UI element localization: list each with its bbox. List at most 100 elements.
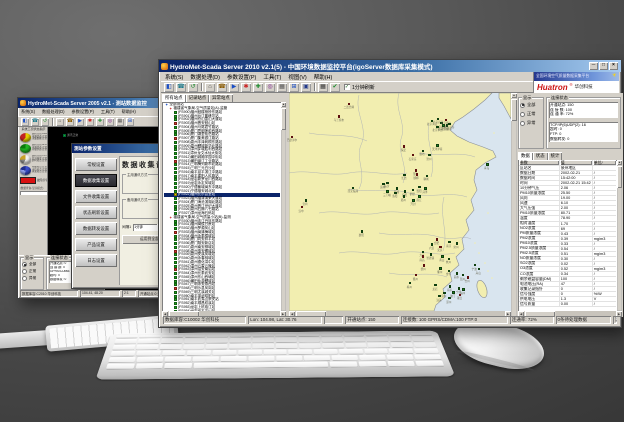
window-button[interactable]: ─ xyxy=(589,62,598,70)
menu-item[interactable]: 数据处理(D) xyxy=(42,109,65,115)
display-radio[interactable]: 全部 xyxy=(520,102,542,108)
dialog-nav-button[interactable]: 状态刷新设置 xyxy=(75,206,117,219)
key xyxy=(230,338,251,343)
dialog-nav-button[interactable]: 产品设置 xyxy=(75,238,117,251)
station-status-icon xyxy=(174,208,177,211)
station-tab[interactable]: 所有站点 xyxy=(162,94,186,102)
data-tab[interactable]: 状态 xyxy=(533,152,548,160)
toolbar-button[interactable]: ◎ xyxy=(106,118,114,126)
parameter-table[interactable]: 参数值单位/区站名泉州地区数据日期2002-02-21/数据时间15:42:00… xyxy=(519,160,616,311)
sun-icon: ☀ xyxy=(612,72,617,81)
map-marker-label: 天津津南 xyxy=(432,147,442,151)
scroll-up-arrow[interactable]: ▲ xyxy=(281,102,286,107)
radio-dot[interactable] xyxy=(22,262,27,267)
ok-marker-icon xyxy=(63,134,66,137)
station-tree[interactable]: ✦全部测站✦福建省气象局-空气质量站(A)-监管(FS900)福州鼓楼杨桥东路站… xyxy=(164,103,280,311)
dialog-nav-button[interactable]: 常规设置 xyxy=(75,158,117,171)
station-tab[interactable]: 异常站点 xyxy=(209,94,233,102)
toolbar-button[interactable]: ▣ xyxy=(301,83,311,92)
map-marker-label: 汉中 xyxy=(298,209,303,213)
menu-item[interactable]: 帮助(H) xyxy=(122,109,136,115)
display-radio[interactable]: 正常 xyxy=(22,269,42,274)
toolbar-button[interactable]: ☎ xyxy=(31,118,39,126)
tree-vscrollbar[interactable]: ▲ xyxy=(281,102,286,311)
main-window[interactable]: HydroMet-Scada Server 2010 v2.1(5) - 中国环… xyxy=(158,59,622,328)
toolbar-button[interactable]: ▦ xyxy=(277,83,287,92)
map-marker-label: 二连浩特 xyxy=(344,105,354,109)
toolbar-button[interactable]: ✱ xyxy=(86,118,94,126)
fault-legend: 故障(异常)站 xyxy=(20,177,47,184)
radio-dot[interactable] xyxy=(520,112,525,117)
window-button[interactable]: × xyxy=(609,62,618,70)
toolbar-button[interactable]: ◎ xyxy=(265,83,275,92)
toolbar-button[interactable]: ▶ xyxy=(229,83,239,92)
toolbar-button[interactable]: ▦ xyxy=(116,118,124,126)
map-marker-label: 梅州 xyxy=(407,285,412,289)
menu-item[interactable]: 系统(S) xyxy=(21,109,35,115)
menu-item[interactable]: 视图(V) xyxy=(288,73,306,81)
radio-dot[interactable] xyxy=(520,103,525,108)
station-status-icon xyxy=(174,197,177,200)
menu-item[interactable]: 工具(T) xyxy=(101,109,115,115)
toolbar-button[interactable]: ◧ xyxy=(164,83,174,92)
key xyxy=(387,355,414,361)
toolbar-button[interactable]: ▶ xyxy=(76,118,84,126)
status-segment: 开通站点: 150 xyxy=(345,316,399,324)
station-status-icon xyxy=(174,231,177,234)
toolbar-button[interactable]: ⌂ xyxy=(56,118,64,126)
toolbar-button[interactable]: ☎ xyxy=(66,118,74,126)
key xyxy=(207,338,229,343)
menu-item[interactable]: 工具(T) xyxy=(263,73,281,81)
scroll-up-arrow[interactable]: ▲ xyxy=(617,160,622,165)
station-status-icon xyxy=(174,152,177,155)
scroll-thumb[interactable] xyxy=(281,108,286,130)
brand-banner: 全国环境空气质量数据采集平台 ☀ xyxy=(534,72,619,81)
menu-item[interactable]: 参数设置(P) xyxy=(72,109,94,115)
radio-dot[interactable] xyxy=(22,276,27,281)
scroll-thumb[interactable] xyxy=(617,166,622,188)
menu-item[interactable]: 系统(S) xyxy=(165,73,183,81)
data-tab[interactable]: 数据 xyxy=(518,152,533,160)
logo-reg-mark: ® xyxy=(570,82,573,87)
toolbar-button[interactable]: ↺ xyxy=(188,83,198,92)
table-vscrollbar[interactable]: ▲ xyxy=(617,160,622,311)
display-radio[interactable]: 全部 xyxy=(22,262,42,267)
toolbar-button[interactable]: ◧ xyxy=(21,118,29,126)
toolbar-button[interactable]: ✚ xyxy=(253,83,263,92)
toolbar-button[interactable]: ☎ xyxy=(217,83,227,92)
table-row[interactable]: 信号质量0.00/ xyxy=(519,302,616,307)
display-radio[interactable]: 异常 xyxy=(520,120,542,126)
radio-dot[interactable] xyxy=(22,269,27,274)
map-marker-label: 保定 xyxy=(401,148,406,152)
dialog-nav-button[interactable]: 日志设置 xyxy=(75,254,117,267)
data-tab[interactable]: 统计 xyxy=(548,152,563,160)
toolbar-button[interactable]: ✚ xyxy=(96,118,104,126)
toolbar-button[interactable]: ▦ xyxy=(318,83,328,92)
window-buttons: ─□× xyxy=(589,62,619,70)
station-tab[interactable]: 记录站点 xyxy=(186,94,210,102)
key xyxy=(212,350,236,355)
dialog-nav-button[interactable]: 数据收集设置 xyxy=(75,174,117,187)
toolbar-button[interactable]: ✔ xyxy=(330,83,340,92)
toolbar-button[interactable]: ⌂ xyxy=(205,83,215,92)
main-titlebar[interactable]: HydroMet-Scada Server 2010 v2.1(5) - 中国环… xyxy=(159,60,621,72)
status-segment: 2:1 xyxy=(122,290,136,297)
dialog-nav-button[interactable]: 文件收集设置 xyxy=(75,190,117,203)
refresh-checkbox[interactable]: ✓ xyxy=(344,84,350,90)
toolbar-button[interactable]: ☎ xyxy=(176,83,186,92)
menu-item[interactable]: 帮助(H) xyxy=(314,73,333,81)
menu-item[interactable]: 数据处理(D) xyxy=(190,73,220,81)
toolbar-button[interactable]: ✱ xyxy=(241,83,251,92)
radio-dot[interactable] xyxy=(520,121,525,126)
display-radio[interactable]: 异常 xyxy=(22,276,42,281)
key xyxy=(411,333,433,336)
map-panel[interactable]: 二连浩特乌兰察布巴彦淖尔北京海淀北京昌平北京朝阳北京东城北京通州北京顺义北京平谷… xyxy=(289,93,517,317)
window-button[interactable]: □ xyxy=(599,62,608,70)
sidebar-slider[interactable] xyxy=(20,191,47,195)
display-radio[interactable]: 正常 xyxy=(520,111,542,117)
dialog-nav-button[interactable]: 数据转发设置 xyxy=(75,222,117,235)
toolbar-button[interactable]: ⊞ xyxy=(289,83,299,92)
menu-item[interactable]: 参数设置(P) xyxy=(227,73,256,81)
toolbar-button[interactable]: ⊞ xyxy=(126,118,134,126)
toolbar-button[interactable]: ↺ xyxy=(41,118,49,126)
